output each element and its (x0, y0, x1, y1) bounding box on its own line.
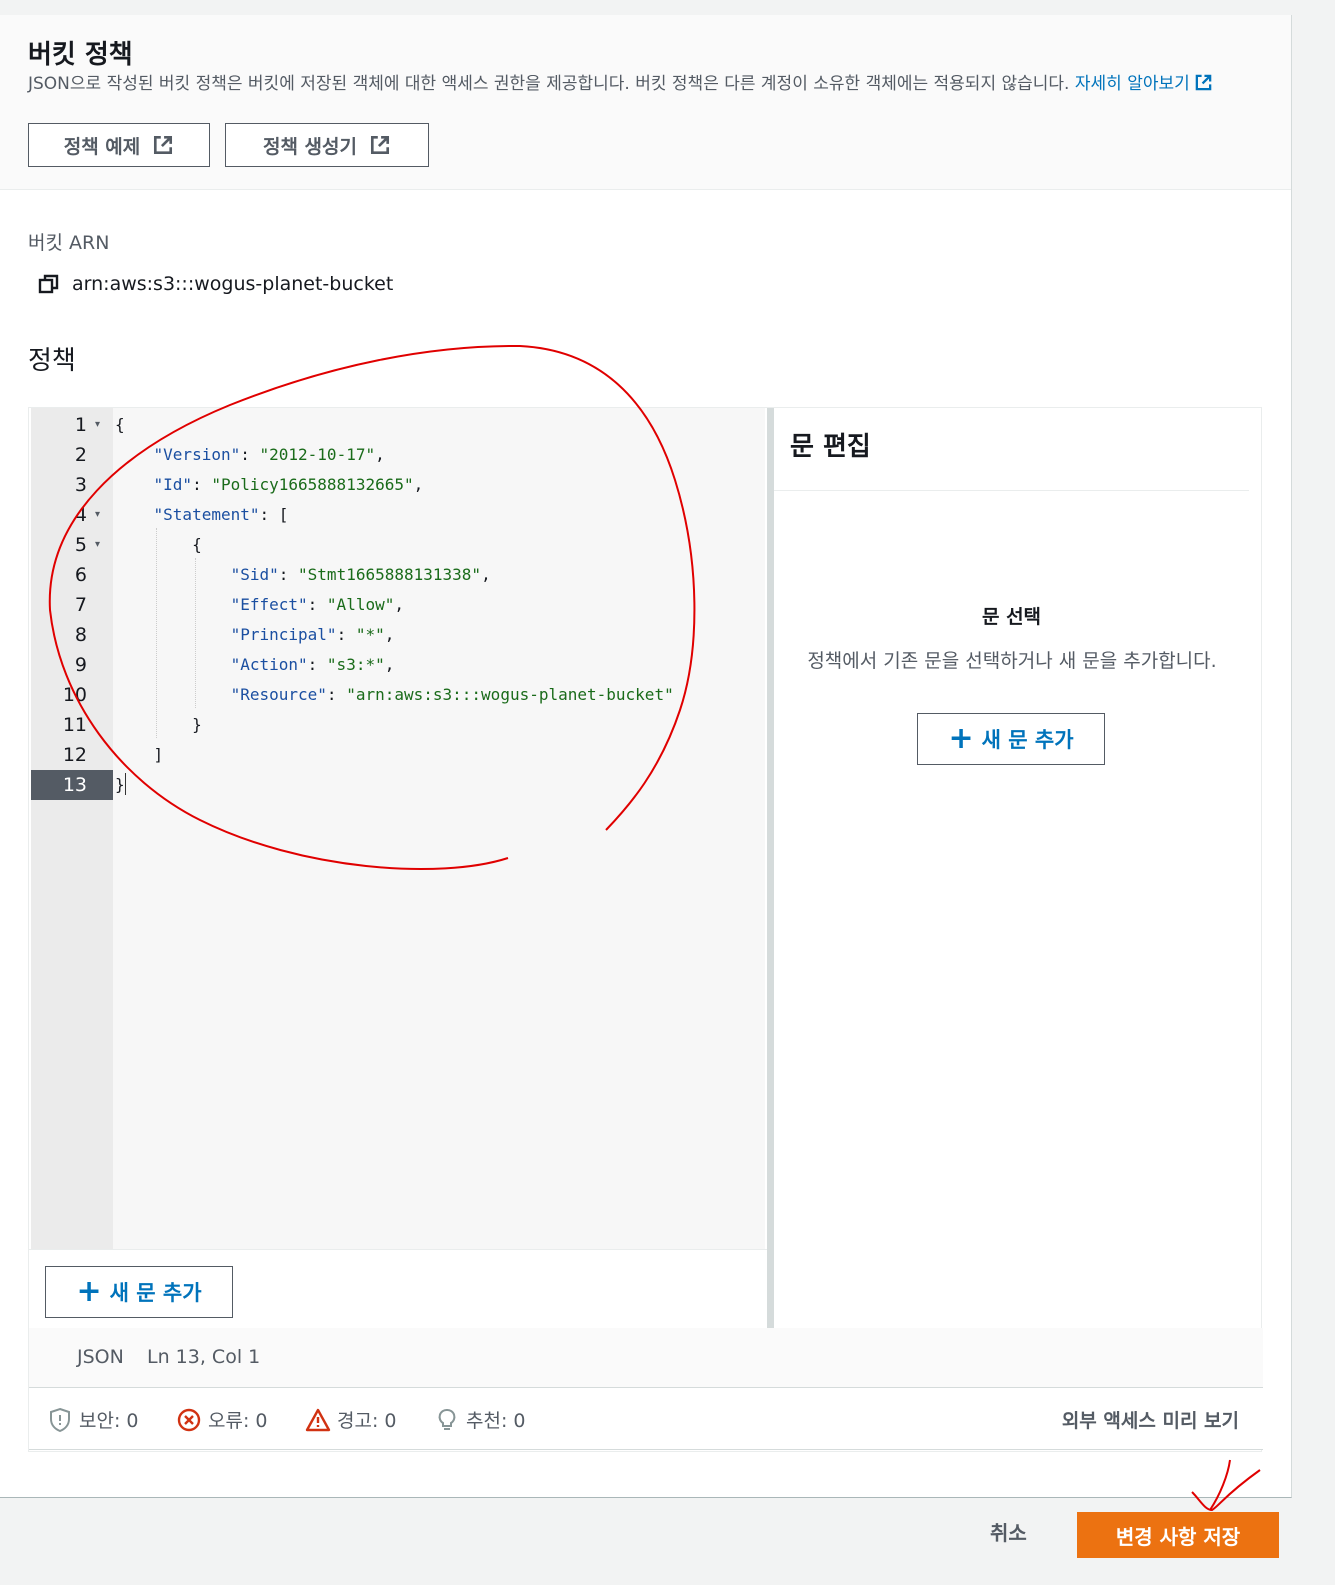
editor-mode: JSON (77, 1346, 124, 1368)
bucket-arn-value: arn:aws:s3:::wogus-planet-bucket (72, 273, 394, 295)
line-number: 8 (74, 624, 87, 646)
bucket-arn-row: arn:aws:s3:::wogus-planet-bucket (38, 273, 393, 295)
code-line-2: "Version": "2012-10-17", (153, 445, 385, 464)
code-line-10: "Resource": "arn:aws:s3:::wogus-planet-b… (230, 685, 674, 704)
editor-status-bar: JSON Ln 13, Col 1 (29, 1328, 1263, 1388)
code-line-12: ] (115, 745, 164, 764)
cursor-position: Ln 13, Col 1 (147, 1346, 261, 1368)
line-number: 7 (74, 594, 87, 616)
policy-label: 정책 (28, 346, 76, 376)
code-line-13: } (115, 773, 126, 795)
copy-icon[interactable] (38, 273, 60, 295)
code-line-1: { (115, 415, 125, 434)
statement-edit-title: 문 편집 (790, 432, 871, 462)
pane-splitter[interactable] (767, 408, 774, 1328)
external-link-icon (1195, 74, 1212, 91)
line-number: 3 (74, 474, 87, 496)
code-line-11: } (115, 715, 202, 734)
text-cursor (124, 773, 126, 795)
policy-examples-button[interactable]: 정책 예제 (28, 123, 210, 167)
error-findings[interactable]: 오류: 0 (176, 1406, 268, 1433)
code-line-6: "Sid": "Stmt1665888131338", (230, 565, 491, 584)
divider (774, 490, 1249, 491)
line-number: 6 (74, 564, 87, 586)
code-line-9: "Action": "s3:*", (230, 655, 395, 674)
cancel-button[interactable]: 취소 (990, 1517, 1027, 1546)
choose-statement-title: 문 선택 (981, 606, 1042, 628)
line-number: 12 (62, 744, 87, 766)
code-line-8: "Principal": "*", (230, 625, 395, 644)
code-line-7: "Effect": "Allow", (230, 595, 404, 614)
error-icon (177, 1408, 201, 1431)
pane-add-new-statement-button[interactable]: + 새 문 추가 (917, 713, 1105, 765)
line-number: 13 (31, 770, 113, 800)
external-link-icon (154, 135, 173, 155)
security-findings[interactable]: 보안: 0 (47, 1406, 139, 1433)
code-line-3: "Id": "Policy1665888132665", (153, 475, 424, 494)
preview-external-access-button[interactable]: 외부 액세스 미리 보기 (1062, 1406, 1239, 1433)
plus-icon: + (948, 721, 974, 756)
policy-editor: 1 ▾ 2 3 4 ▾ 5 ▾ 6 7 8 9 10 11 12 13 { "Version": "2012-… (28, 407, 1263, 1452)
choose-statement-description: 정책에서 기존 문을 선택하거나 새 문을 추가합니다. (807, 650, 1217, 672)
page-title: 버킷 정책 (28, 40, 133, 70)
line-number: 11 (62, 714, 87, 736)
add-new-statement-button[interactable]: + 새 문 추가 (45, 1266, 233, 1318)
description-text: JSON으로 작성된 버킷 정책은 버킷에 저장된 객체에 대한 액세스 권한을… (28, 74, 1070, 94)
policy-findings-bar: 보안: 0 오류: 0 경고: 0 추천: 0 외부 액세스 미리 보기 (29, 1388, 1263, 1450)
code-line-4: "Statement": [ (153, 505, 289, 524)
code-line-5: { (115, 535, 202, 554)
warning-icon (305, 1408, 331, 1431)
lightbulb-icon (438, 1408, 456, 1430)
line-number: 10 (62, 684, 87, 706)
plus-icon: + (76, 1274, 102, 1309)
statement-edit-pane: 문 편집 문 선택 정책에서 기존 문을 선택하거나 새 문을 추가합니다. +… (774, 408, 1249, 1328)
save-changes-button[interactable]: 변경 사항 저장 (1077, 1512, 1279, 1558)
external-link-icon (370, 135, 390, 155)
panel-header: 버킷 정책 JSON으로 작성된 버킷 정책은 버킷에 저장된 객체에 대한 액… (0, 15, 1291, 190)
line-number: 2 (74, 444, 87, 466)
bucket-policy-panel: 버킷 정책 JSON으로 작성된 버킷 정책은 버킷에 저장된 객체에 대한 액… (0, 15, 1292, 1498)
line-number: 9 (74, 654, 87, 676)
policy-generator-button[interactable]: 정책 생성기 (225, 123, 429, 167)
suggestion-findings[interactable]: 추천: 0 (434, 1406, 526, 1433)
learn-more-link[interactable]: 자세히 알아보기 (1075, 74, 1213, 94)
editor-footer: + 새 문 추가 (29, 1249, 767, 1328)
bucket-arn-label: 버킷 ARN (28, 232, 110, 254)
page-description: JSON으로 작성된 버킷 정책은 버킷에 저장된 객체에 대한 액세스 권한을… (28, 72, 1258, 97)
shield-icon (50, 1407, 70, 1432)
warning-findings[interactable]: 경고: 0 (305, 1406, 397, 1433)
